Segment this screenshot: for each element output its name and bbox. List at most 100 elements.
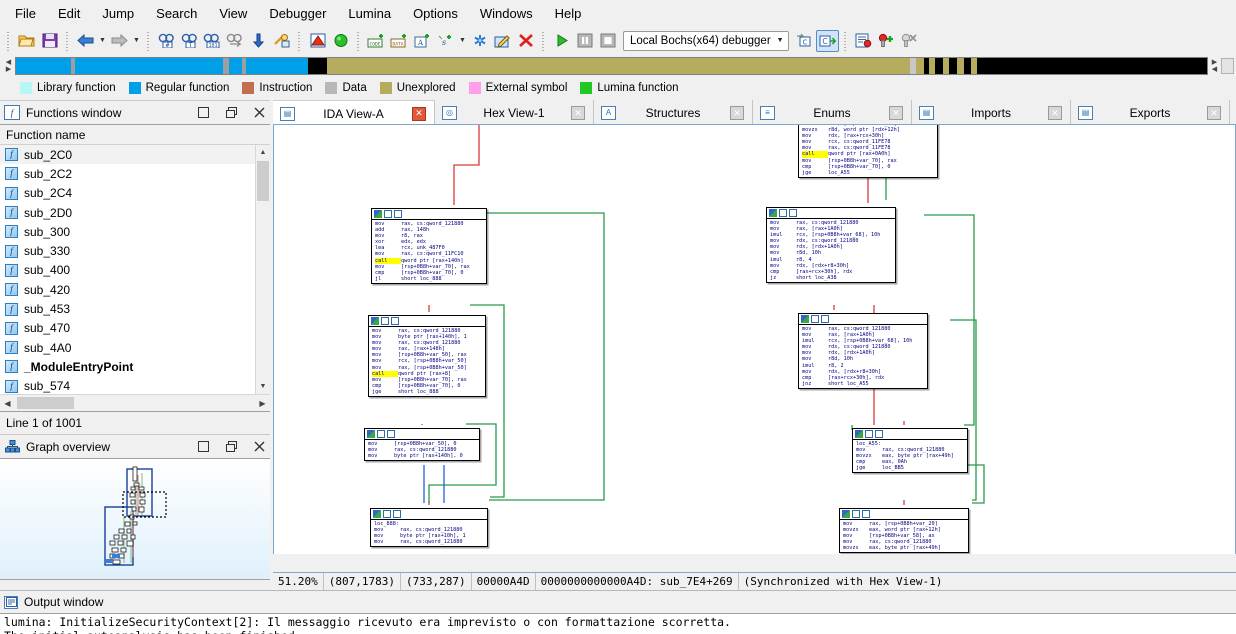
nav-scroll-arrows[interactable]: ◀ ▶ (2, 56, 15, 76)
function-list-item[interactable]: f sub_2C0 (0, 145, 255, 165)
output-window-body[interactable]: lumina: InitializeSecurityContext[2]: Il… (0, 613, 1236, 634)
delete-breakpoint-icon[interactable] (898, 30, 921, 52)
overview-maximize-button[interactable] (192, 437, 214, 457)
node-header-a-icon[interactable] (769, 209, 777, 217)
graph-node[interactable]: mov rax, cs:qword_121880 mov byte ptr [rax+… (368, 315, 486, 398)
graph-node[interactable]: loc_888: mov rax, cs:qword_121880 mov byte p… (370, 508, 488, 548)
node-header-b-icon[interactable] (852, 510, 860, 518)
menu-jump[interactable]: Jump (91, 2, 145, 25)
node-header-b-icon[interactable] (383, 510, 391, 518)
node-header-a-icon[interactable] (374, 210, 382, 218)
node-header-a-icon[interactable] (367, 430, 375, 438)
toolbar-grip-7[interactable] (841, 30, 849, 51)
graph-node-header[interactable] (853, 429, 967, 440)
breakpoint-list-icon[interactable] (852, 30, 875, 52)
function-list-item[interactable]: f sub_2C4 (0, 184, 255, 203)
function-list-item[interactable]: f sub_420 (0, 280, 255, 299)
tab-structures[interactable]: A Structures ✕ (594, 100, 753, 126)
key-icon[interactable] (270, 30, 293, 52)
make-struct-icon[interactable]: s (434, 30, 457, 52)
toolbar-grip-3[interactable] (145, 30, 152, 51)
forward-dropdown-caret-icon[interactable]: ▼ (131, 30, 142, 52)
nav-scroll-arrows-right[interactable]: ▶ ◀ (1208, 56, 1221, 76)
menu-debugger[interactable]: Debugger (258, 2, 337, 25)
struct-dropdown-caret-icon[interactable]: ▼ (457, 30, 468, 52)
graph-node-header[interactable] (767, 208, 895, 219)
functions-vertical-scrollbar[interactable]: ▲ ▼ (255, 145, 270, 394)
node-header-b-icon[interactable] (811, 315, 819, 323)
node-header-c-icon[interactable] (875, 430, 883, 438)
menu-search[interactable]: Search (145, 2, 208, 25)
function-list-item[interactable]: f sub_470 (0, 319, 255, 338)
function-list-item[interactable]: f sub_574 (0, 377, 255, 394)
functions-hscroll-thumb[interactable] (17, 397, 74, 409)
menu-windows[interactable]: Windows (469, 2, 544, 25)
tab-close-icon[interactable]: ✕ (1207, 106, 1221, 120)
pause-icon[interactable] (573, 30, 596, 52)
node-header-b-icon[interactable] (779, 209, 787, 217)
node-header-b-icon[interactable] (865, 430, 873, 438)
functions-float-button[interactable] (220, 103, 242, 123)
tab-close-icon[interactable]: ✕ (888, 106, 903, 120)
search-immediate-icon[interactable]: 101 (201, 30, 224, 52)
tab-hex-view-1[interactable]: ◎ Hex View-1 ✕ (435, 100, 594, 126)
tab-close-icon[interactable]: ✕ (1047, 106, 1062, 120)
green-circle-icon[interactable] (329, 30, 352, 52)
hscroll-left-icon[interactable]: ◀ (0, 399, 15, 408)
edit-function-icon[interactable] (491, 30, 514, 52)
node-header-a-icon[interactable] (371, 317, 379, 325)
node-header-a-icon[interactable] (842, 510, 850, 518)
toolbar-grip-2[interactable] (64, 30, 71, 51)
functions-close-button[interactable] (248, 103, 270, 123)
tab-ida-view-a[interactable]: ▤ IDA View-A ✕ (273, 100, 435, 126)
function-list-item[interactable]: f sub_453 (0, 299, 255, 318)
functions-scroll-thumb[interactable] (257, 161, 269, 201)
make-array-icon[interactable] (468, 30, 491, 52)
add-breakpoint-icon[interactable] (875, 30, 898, 52)
binary-search-icon[interactable] (224, 30, 247, 52)
jump-down-icon[interactable] (247, 30, 270, 52)
toolbar-grip-6[interactable] (540, 30, 547, 51)
make-code-icon[interactable]: CODE (365, 30, 388, 52)
functions-maximize-button[interactable] (192, 103, 214, 123)
menu-options[interactable]: Options (402, 2, 469, 25)
node-header-c-icon[interactable] (789, 209, 797, 217)
scroll-up-icon[interactable]: ▲ (256, 145, 270, 160)
graph-node-header[interactable] (365, 429, 479, 440)
node-header-b-icon[interactable] (381, 317, 389, 325)
step-over-icon[interactable]: C (815, 29, 839, 52)
node-header-a-icon[interactable] (855, 430, 863, 438)
tab-imports[interactable]: ▤ Imports ✕ (912, 100, 1071, 126)
toolbar-grip-4[interactable] (296, 30, 303, 51)
graph-node-header[interactable] (372, 209, 486, 220)
tab-close-icon[interactable]: ✕ (570, 106, 585, 120)
node-header-c-icon[interactable] (821, 315, 829, 323)
toolbar-grip[interactable] (5, 30, 12, 51)
search-hex-icon[interactable]: # (155, 30, 178, 52)
graph-node[interactable]: loc_A55: mov rax, cs:qword_121880 movzx eax,… (852, 428, 968, 474)
ida-graph-view[interactable]: mov rdx, [rsp+0B8h+var_20] movzx r8d, word … (273, 124, 1236, 554)
graph-node[interactable]: mov rax, cs:qword_121880 add rax, 148h mov r8… (371, 208, 487, 284)
back-arrow-icon[interactable] (74, 30, 97, 52)
function-list-item[interactable]: f sub_400 (0, 261, 255, 280)
warning-icon[interactable] (306, 30, 329, 52)
functions-horizontal-scrollbar[interactable]: ◀ ▶ (0, 394, 270, 411)
toolbar-grip-5[interactable] (355, 30, 362, 51)
graph-node[interactable]: mov rdx, [rsp+0B8h+var_20] movzx r8d, word … (798, 125, 938, 178)
function-list-item[interactable]: f sub_2C2 (0, 164, 255, 183)
graph-node-header[interactable] (369, 316, 485, 327)
menu-edit[interactable]: Edit (47, 2, 91, 25)
menu-lumina[interactable]: Lumina (337, 2, 402, 25)
search-text-icon[interactable]: T (178, 30, 201, 52)
graph-node-header[interactable] (840, 509, 968, 520)
graph-node[interactable]: mov rax, [rsp+0B8h+var_20] movzx eax, word … (839, 508, 969, 554)
forward-arrow-icon[interactable] (108, 30, 131, 52)
overview-float-button[interactable] (220, 437, 242, 457)
graph-node[interactable]: mov [rsp+0B8h+var_50], 0 mov rax, cs:qword_… (364, 428, 480, 462)
step-into-icon[interactable]: C (793, 30, 816, 52)
navigation-strip[interactable] (15, 57, 1208, 75)
node-header-b-icon[interactable] (384, 210, 392, 218)
menu-file[interactable]: File (4, 2, 47, 25)
make-data-icon[interactable]: DATA (388, 30, 411, 52)
tab-close-icon[interactable]: ✕ (412, 106, 426, 121)
